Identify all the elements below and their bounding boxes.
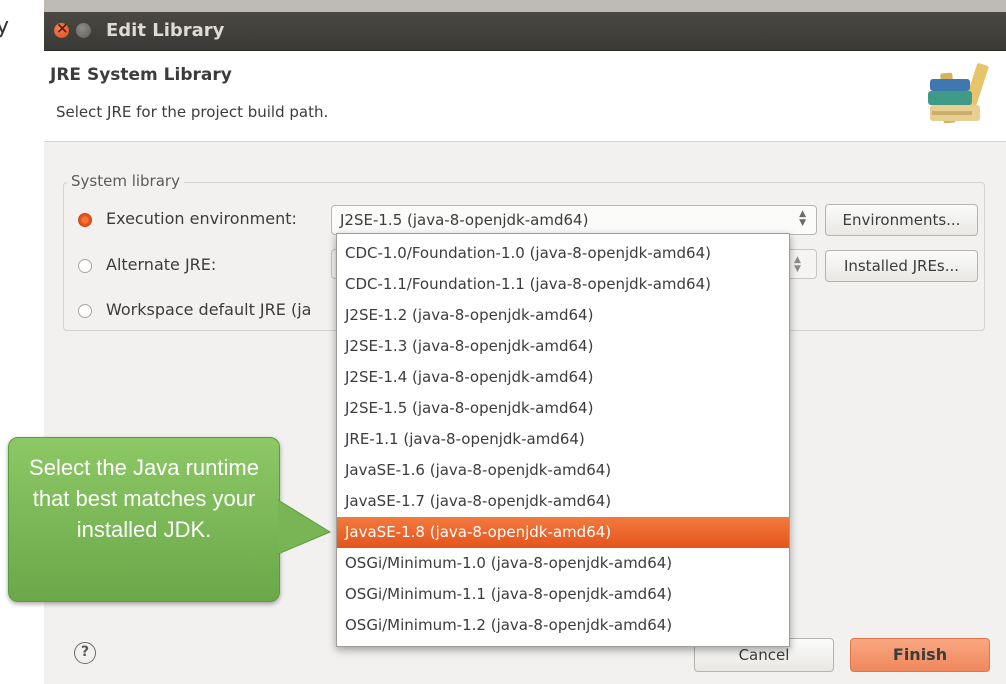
execution-environment-dropdown: CDC-1.0/Foundation-1.0 (java-8-openjdk-a… [336,233,790,647]
callout-pointer-arrow [278,499,332,555]
wizard-header: JRE System Library Select JRE for the pr… [44,51,1006,142]
dropdown-item-j2se-1-4[interactable]: J2SE-1.4 (java-8-openjdk-amd64) [337,362,789,393]
execution-environment-value: J2SE-1.5 (java-8-openjdk-amd64) [340,211,589,229]
library-books-icon [928,63,989,124]
workspace-default-jre-label: Workspace default JRE (ja [106,300,312,319]
dropdown-item-javase-1-8[interactable]: JavaSE-1.8 (java-8-openjdk-amd64) [337,517,789,548]
environments-button[interactable]: Environments... [825,204,978,236]
execution-environment-radio[interactable] [78,213,92,227]
dropdown-item-cdc-1-0[interactable]: CDC-1.0/Foundation-1.0 (java-8-openjdk-a… [337,238,789,269]
finish-button[interactable]: Finish [850,638,990,672]
dropdown-item-j2se-1-5[interactable]: J2SE-1.5 (java-8-openjdk-amd64) [337,393,789,424]
instruction-callout: Select the Java runtime that best matche… [8,437,280,602]
minimize-window-button[interactable] [76,23,91,38]
dropdown-item-javase-1-7[interactable]: JavaSE-1.7 (java-8-openjdk-amd64) [337,486,789,517]
dropdown-item-osgi-1-2[interactable]: OSGi/Minimum-1.2 (java-8-openjdk-amd64) [337,610,789,641]
system-library-group-title: System library [67,172,184,190]
dropdown-item-osgi-1-0[interactable]: OSGi/Minimum-1.0 (java-8-openjdk-amd64) [337,548,789,579]
execution-environment-combo[interactable]: J2SE-1.5 (java-8-openjdk-amd64) ▲ ▼ [331,205,817,235]
alternate-jre-label: Alternate JRE: [106,255,217,274]
workspace-default-jre-radio[interactable] [78,304,92,318]
installed-jres-button[interactable]: Installed JREs... [825,250,978,282]
help-icon[interactable]: ? [74,642,96,664]
dropdown-item-j2se-1-2[interactable]: J2SE-1.2 (java-8-openjdk-amd64) [337,300,789,331]
title-bar: Edit Library [44,12,1006,51]
callout-text: Select the Java runtime that best matche… [29,455,259,542]
close-window-button[interactable] [54,19,69,38]
dropdown-item-jre-1-1[interactable]: JRE-1.1 (java-8-openjdk-amd64) [337,424,789,455]
dropdown-item-javase-1-6[interactable]: JavaSE-1.6 (java-8-openjdk-amd64) [337,455,789,486]
page-subtitle: Select JRE for the project build path. [56,103,329,121]
page-title: JRE System Library [50,65,232,85]
alternate-jre-radio[interactable] [78,259,92,273]
dropdown-item-osgi-1-1[interactable]: OSGi/Minimum-1.1 (java-8-openjdk-amd64) [337,579,789,610]
background-window-strip [44,0,1006,12]
dropdown-item-cdc-1-1[interactable]: CDC-1.1/Foundation-1.1 (java-8-openjdk-a… [337,269,789,300]
alternate-combo-spin-icon: ▲ ▼ [794,255,801,274]
window-title: Edit Library [106,20,225,41]
execution-environment-label: Execution environment: [106,209,297,228]
dropdown-item-j2se-1-3[interactable]: J2SE-1.3 (java-8-openjdk-amd64) [337,331,789,362]
combo-spin-icon: ▲ ▼ [799,209,806,228]
cropped-edge-text: y [0,14,10,39]
